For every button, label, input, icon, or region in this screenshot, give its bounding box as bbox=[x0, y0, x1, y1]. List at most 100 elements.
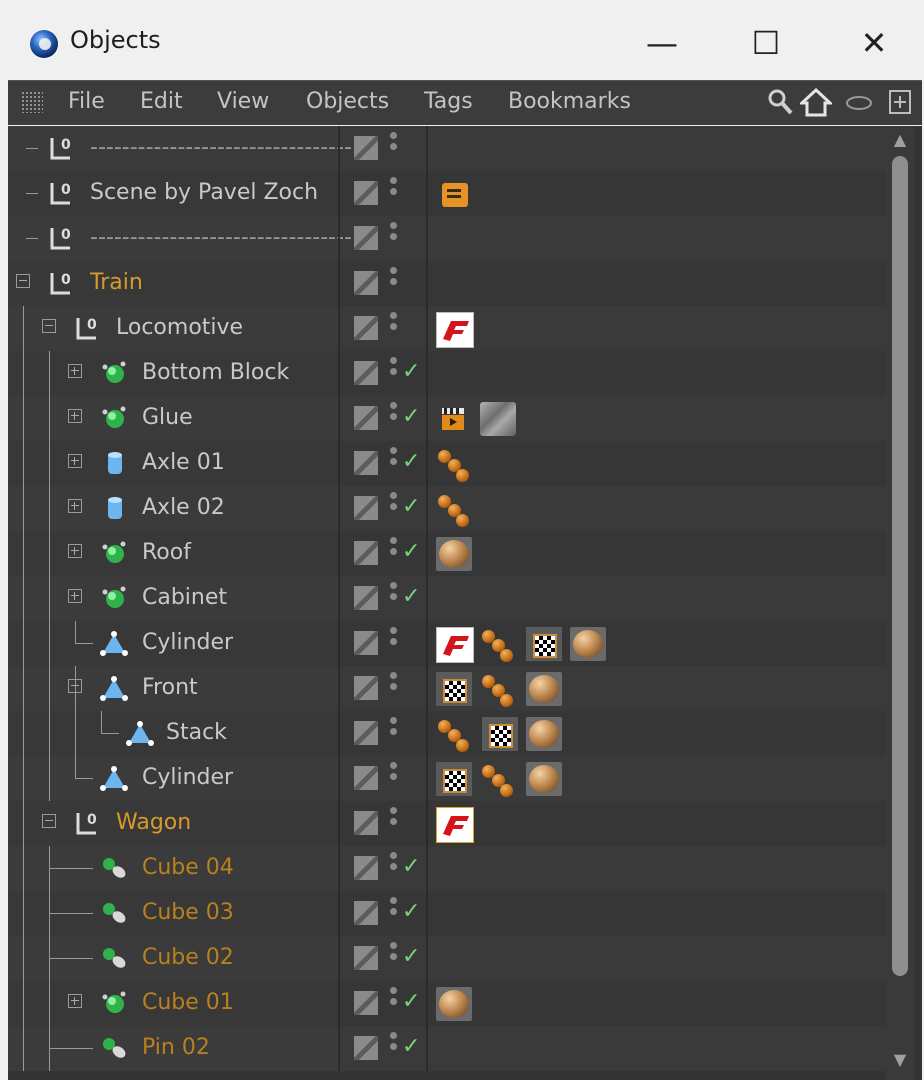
layer-icon[interactable] bbox=[354, 631, 378, 655]
visibility-dots[interactable] bbox=[390, 942, 398, 974]
visibility-dots[interactable] bbox=[390, 852, 398, 884]
layer-icon[interactable] bbox=[354, 316, 378, 340]
object-label[interactable]: Scene by Pavel Zoch bbox=[90, 180, 318, 205]
object-label[interactable]: Glue bbox=[142, 405, 193, 430]
visibility-dots[interactable] bbox=[390, 627, 398, 659]
enabled-check-icon[interactable]: ✓ bbox=[402, 404, 420, 429]
menu-edit[interactable]: Edit bbox=[140, 89, 183, 114]
phong-tag-icon[interactable] bbox=[480, 762, 516, 797]
collapse-toggle[interactable] bbox=[68, 679, 82, 693]
object-label[interactable]: Bottom Block bbox=[142, 360, 289, 385]
material-tag-icon[interactable] bbox=[480, 402, 516, 436]
layer-icon[interactable] bbox=[354, 406, 378, 430]
expand-toggle[interactable] bbox=[68, 499, 82, 513]
object-label[interactable]: --------------------------------- bbox=[90, 225, 352, 250]
layer-icon[interactable] bbox=[354, 586, 378, 610]
visibility-dots[interactable] bbox=[390, 897, 398, 929]
layer-icon[interactable] bbox=[354, 271, 378, 295]
layer-icon[interactable] bbox=[354, 811, 378, 835]
visibility-dots[interactable] bbox=[390, 492, 398, 524]
object-label[interactable]: Wagon bbox=[116, 810, 191, 835]
checker-texture-icon[interactable] bbox=[526, 627, 562, 661]
expand-toggle[interactable] bbox=[68, 409, 82, 423]
visibility-dots[interactable] bbox=[390, 987, 398, 1019]
texture-tag-icon[interactable] bbox=[436, 627, 474, 663]
search-icon[interactable] bbox=[766, 87, 794, 117]
layer-icon[interactable] bbox=[354, 361, 378, 385]
clapperboard-tag-icon[interactable] bbox=[436, 402, 472, 436]
tree-row[interactable]: Pin 02 ✓ bbox=[8, 1026, 888, 1071]
grip-icon[interactable] bbox=[21, 91, 43, 113]
home-icon[interactable] bbox=[798, 87, 834, 117]
menu-bookmarks[interactable]: Bookmarks bbox=[508, 89, 631, 114]
tree-row[interactable]: Cube 01 ✓ bbox=[8, 981, 888, 1026]
visibility-dots[interactable] bbox=[390, 672, 398, 704]
collapse-toggle[interactable] bbox=[42, 814, 56, 828]
visibility-dots[interactable] bbox=[390, 807, 398, 839]
visibility-dots[interactable] bbox=[390, 582, 398, 614]
object-label[interactable]: Train bbox=[90, 270, 143, 295]
material-sphere-icon[interactable] bbox=[526, 717, 562, 751]
visibility-dots[interactable] bbox=[390, 447, 398, 479]
phong-tag-icon[interactable] bbox=[436, 717, 472, 752]
object-label[interactable]: Axle 02 bbox=[142, 495, 225, 520]
tree-row[interactable]: Bottom Block ✓ bbox=[8, 351, 888, 396]
object-label[interactable]: --------------------------------- bbox=[90, 135, 352, 160]
layer-icon[interactable] bbox=[354, 226, 378, 250]
layer-icon[interactable] bbox=[354, 181, 378, 205]
material-sphere-icon[interactable] bbox=[436, 987, 472, 1021]
expand-toggle[interactable] bbox=[68, 544, 82, 558]
expand-toggle[interactable] bbox=[68, 589, 82, 603]
expand-toggle[interactable] bbox=[68, 994, 82, 1008]
visibility-dots[interactable] bbox=[390, 537, 398, 569]
object-label[interactable]: Cube 04 bbox=[142, 855, 234, 880]
visibility-dots[interactable] bbox=[390, 312, 398, 344]
object-label[interactable]: Cube 01 bbox=[142, 990, 234, 1015]
layer-icon[interactable] bbox=[354, 946, 378, 970]
material-sphere-icon[interactable] bbox=[526, 762, 562, 796]
visibility-dots[interactable] bbox=[390, 132, 398, 164]
enabled-check-icon[interactable]: ✓ bbox=[402, 899, 420, 924]
layer-icon[interactable] bbox=[354, 721, 378, 745]
phong-tag-icon[interactable] bbox=[480, 672, 516, 707]
tree-row[interactable]: Cylinder bbox=[8, 756, 888, 801]
layer-icon[interactable] bbox=[354, 676, 378, 700]
enabled-check-icon[interactable]: ✓ bbox=[402, 359, 420, 384]
object-label[interactable]: Cube 02 bbox=[142, 945, 234, 970]
tree-row[interactable]: 0 Scene by Pavel Zoch bbox=[8, 171, 888, 216]
layer-icon[interactable] bbox=[354, 136, 378, 160]
scroll-up-icon[interactable]: ▲ bbox=[890, 130, 910, 152]
phong-tag-icon[interactable] bbox=[436, 447, 472, 482]
tree-row[interactable]: 0 Wagon bbox=[8, 801, 888, 846]
material-sphere-icon[interactable] bbox=[526, 672, 562, 706]
layer-icon[interactable] bbox=[354, 1036, 378, 1060]
tree-row[interactable]: Glue ✓ bbox=[8, 396, 888, 441]
menu-file[interactable]: File bbox=[68, 89, 105, 114]
enabled-check-icon[interactable]: ✓ bbox=[402, 539, 420, 564]
checker-texture-icon[interactable] bbox=[436, 762, 472, 796]
maximize-button[interactable]: ☐ bbox=[738, 18, 794, 68]
visibility-dots[interactable] bbox=[390, 402, 398, 434]
layer-icon[interactable] bbox=[354, 496, 378, 520]
new-window-icon[interactable] bbox=[888, 87, 914, 117]
enabled-check-icon[interactable]: ✓ bbox=[402, 449, 420, 474]
tree-row[interactable]: Cube 02 ✓ bbox=[8, 936, 888, 981]
vertical-scrollbar[interactable]: ▲ ▼ bbox=[886, 126, 914, 1080]
object-label[interactable]: Pin 02 bbox=[142, 1035, 210, 1060]
enabled-check-icon[interactable]: ✓ bbox=[402, 494, 420, 519]
layer-icon[interactable] bbox=[354, 991, 378, 1015]
tree-row[interactable]: Stack bbox=[8, 711, 888, 756]
scroll-thumb[interactable] bbox=[892, 156, 908, 976]
tree-row[interactable]: Cube 03 ✓ bbox=[8, 891, 888, 936]
tree-row[interactable]: 0 Train bbox=[8, 261, 888, 306]
menu-tags[interactable]: Tags bbox=[424, 89, 473, 114]
scroll-down-icon[interactable]: ▼ bbox=[890, 1050, 910, 1072]
tree-row[interactable]: Cabinet ✓ bbox=[8, 576, 888, 621]
material-sphere-icon[interactable] bbox=[570, 627, 606, 661]
layer-icon[interactable] bbox=[354, 541, 378, 565]
tree-row[interactable]: Cube 04 ✓ bbox=[8, 846, 888, 891]
object-label[interactable]: Stack bbox=[166, 720, 227, 745]
material-sphere-icon[interactable] bbox=[436, 537, 472, 571]
layer-icon[interactable] bbox=[354, 901, 378, 925]
expand-toggle[interactable] bbox=[68, 364, 82, 378]
